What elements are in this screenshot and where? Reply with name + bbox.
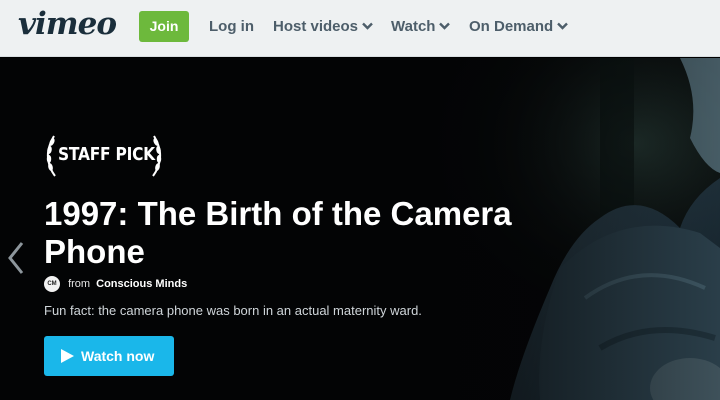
byline-from-label: from	[68, 278, 91, 290]
nav-menu-label: Watch	[391, 18, 436, 35]
chevron-left-icon[interactable]	[6, 240, 26, 276]
vimeo-logo[interactable]: vimeo	[18, 6, 117, 42]
staff-pick-badge: STAFF PICK	[44, 132, 166, 180]
nav-menu-label: On Demand	[469, 18, 554, 35]
hero-banner: STAFF PICK 1997: The Birth of the Camera…	[0, 58, 720, 400]
channel-name-link[interactable]: Conscious Minds	[96, 278, 187, 290]
nav-menu-on-demand[interactable]: On Demand	[469, 18, 569, 35]
laurel-right-icon	[152, 135, 162, 177]
login-link[interactable]: Log in	[209, 18, 254, 35]
chevron-down-icon	[439, 22, 451, 30]
top-navigation: vimeo Join Log in Host videos Watch On D…	[0, 0, 720, 57]
nav-menu-host-videos[interactable]: Host videos	[273, 18, 373, 35]
nav-menu-watch[interactable]: Watch	[391, 18, 451, 35]
play-icon	[61, 349, 74, 363]
video-description: Fun fact: the camera phone was born in a…	[44, 303, 422, 318]
video-title[interactable]: 1997: The Birth of the Camera Phone	[44, 195, 564, 271]
watch-now-button[interactable]: Watch now	[44, 336, 174, 376]
join-button[interactable]: Join	[139, 11, 189, 42]
chevron-down-icon	[362, 22, 373, 30]
chevron-down-icon	[557, 22, 569, 30]
channel-avatar[interactable]: CM	[44, 276, 60, 292]
watch-now-label: Watch now	[81, 348, 155, 364]
laurel-left-icon	[46, 135, 56, 177]
video-byline: CM from Conscious Minds	[44, 276, 187, 294]
nav-menu-label: Host videos	[273, 18, 359, 35]
staff-pick-label: STAFF PICK	[58, 144, 155, 165]
